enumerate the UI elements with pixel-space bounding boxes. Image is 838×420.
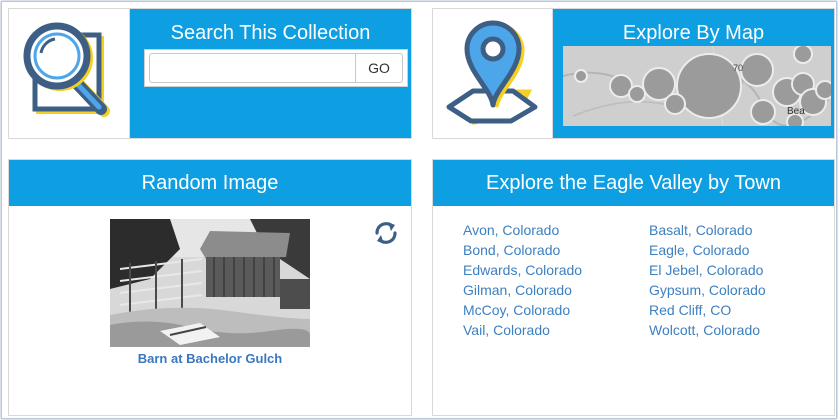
town-link[interactable]: Red Cliff, CO — [649, 300, 766, 320]
search-panel: Search This Collection GO — [8, 8, 412, 139]
random-photo[interactable] — [110, 219, 310, 347]
magnifier-icon — [23, 22, 110, 117]
search-header: Search This Collection GO — [130, 9, 411, 138]
search-icon-box — [9, 9, 130, 138]
refresh-icon[interactable] — [371, 218, 401, 248]
towns-title: Explore the Eagle Valley by Town — [486, 172, 781, 194]
map-panel: Explore By Map 70 Bea — [432, 8, 835, 139]
town-link[interactable]: Eagle, Colorado — [649, 240, 766, 260]
barn-photo-image — [110, 219, 310, 347]
towns-list-left: Avon, Colorado Bond, Colorado Edwards, C… — [463, 220, 582, 340]
random-image-caption[interactable]: Barn at Bachelor Gulch — [9, 351, 411, 366]
town-link[interactable]: Gypsum, Colorado — [649, 280, 766, 300]
map-pin-icon — [446, 20, 538, 125]
map-label-70: 70 — [733, 63, 743, 73]
page-frame: Search This Collection GO Explore By Map — [1, 1, 837, 419]
map-thumbnail[interactable]: 70 Bea — [563, 46, 831, 126]
towns-header: Explore the Eagle Valley by Town — [433, 160, 834, 206]
map-clusters-image: 70 Bea — [563, 46, 831, 126]
random-image-panel: Random Image Barn at Bachelor Gulch — [8, 159, 412, 416]
town-link[interactable]: Wolcott, Colorado — [649, 320, 766, 340]
map-header: Explore By Map 70 Bea — [553, 9, 834, 138]
town-link[interactable]: McCoy, Colorado — [463, 300, 582, 320]
random-image-header: Random Image — [9, 160, 411, 206]
go-button[interactable]: GO — [355, 53, 403, 83]
town-link[interactable]: Bond, Colorado — [463, 240, 582, 260]
search-title: Search This Collection — [170, 22, 371, 44]
towns-list-right: Basalt, Colorado Eagle, Colorado El Jebe… — [649, 220, 766, 340]
town-link[interactable]: Avon, Colorado — [463, 220, 582, 240]
town-link[interactable]: Edwards, Colorado — [463, 260, 582, 280]
map-title: Explore By Map — [622, 22, 765, 44]
towns-panel: Explore the Eagle Valley by Town Avon, C… — [432, 159, 835, 416]
town-link[interactable]: El Jebel, Colorado — [649, 260, 766, 280]
search-input[interactable] — [149, 53, 356, 83]
map-icon-box — [433, 9, 553, 138]
town-link[interactable]: Gilman, Colorado — [463, 280, 582, 300]
search-form: GO — [144, 49, 408, 87]
town-link[interactable]: Vail, Colorado — [463, 320, 582, 340]
random-image-title: Random Image — [141, 172, 279, 194]
map-label-bea: Bea — [787, 106, 805, 117]
town-link[interactable]: Basalt, Colorado — [649, 220, 766, 240]
